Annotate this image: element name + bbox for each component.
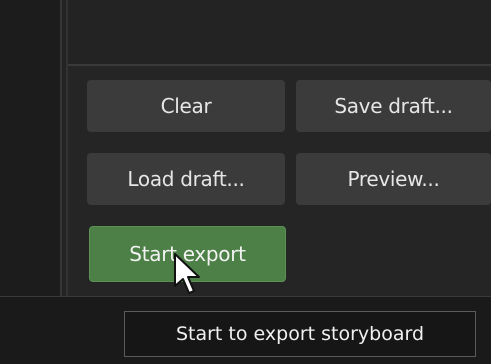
- panel-header-area: [68, 0, 491, 64]
- save-draft-button[interactable]: Save draft...: [296, 80, 491, 132]
- left-pane: [0, 0, 60, 296]
- start-export-tooltip: Start to export storyboard: [124, 311, 476, 357]
- load-draft-button[interactable]: Load draft...: [87, 153, 285, 205]
- preview-button[interactable]: Preview...: [296, 153, 491, 205]
- clear-button[interactable]: Clear: [87, 80, 285, 132]
- mouse-pointer-icon: [174, 253, 200, 294]
